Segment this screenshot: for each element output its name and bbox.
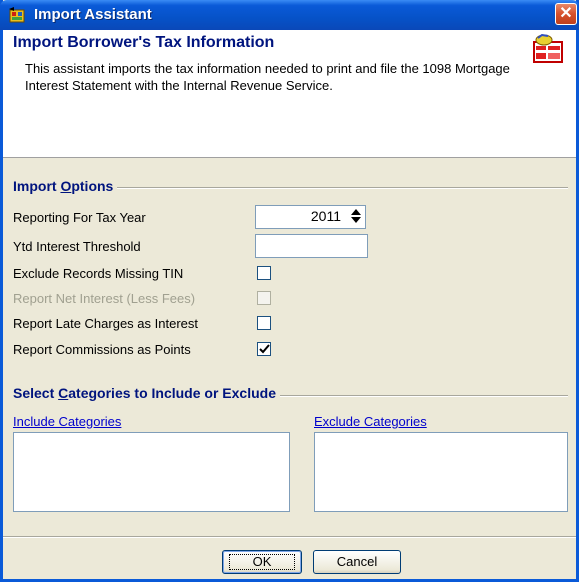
page-title: Import Borrower's Tax Information [13,34,275,51]
import-assistant-window: Import Assistant ✕ Import Borrower's Tax… [0,0,579,582]
import-options-heading: Import Options [13,178,118,194]
exclude-categories-list[interactable] [314,432,568,512]
page-description: This assistant imports the tax informati… [25,61,510,93]
report-late-charges-label: Report Late Charges as Interest [13,316,198,331]
footer-divider [3,536,576,538]
checkmark-icon [259,344,270,354]
report-net-interest-label: Report Net Interest (Less Fees) [13,291,196,306]
close-button[interactable]: ✕ [555,3,577,25]
close-icon: ✕ [559,5,573,22]
spinner-arrows-icon[interactable] [349,208,363,224]
tax-year-value: 2011 [310,208,341,224]
title-bar[interactable]: Import Assistant ✕ [0,0,579,30]
report-commissions-label: Report Commissions as Points [13,342,191,357]
exclude-missing-tin-label: Exclude Records Missing TIN [13,266,184,281]
include-categories-link[interactable]: Include Categories [13,414,121,429]
exclude-missing-tin-checkbox[interactable] [257,266,271,280]
ytd-threshold-label: Ytd Interest Threshold [13,239,141,254]
report-net-interest-checkbox [257,291,271,305]
report-late-charges-checkbox[interactable] [257,316,271,330]
ok-button[interactable]: OK [222,550,302,574]
cancel-button[interactable]: Cancel [313,550,401,574]
exclude-categories-link[interactable]: Exclude Categories [314,414,427,429]
report-commissions-checkbox[interactable] [257,342,271,356]
tax-form-icon [533,34,563,63]
focus-ring [229,554,295,570]
include-categories-list[interactable] [13,432,290,512]
window-title: Import Assistant [34,6,152,23]
tax-year-spinner[interactable]: 2011 [255,205,366,229]
categories-heading: Select Categories to Include or Exclude [13,385,280,401]
import-wizard-icon [9,7,25,23]
tax-year-label: Reporting For Tax Year [13,210,146,225]
ytd-threshold-input[interactable] [255,234,368,258]
